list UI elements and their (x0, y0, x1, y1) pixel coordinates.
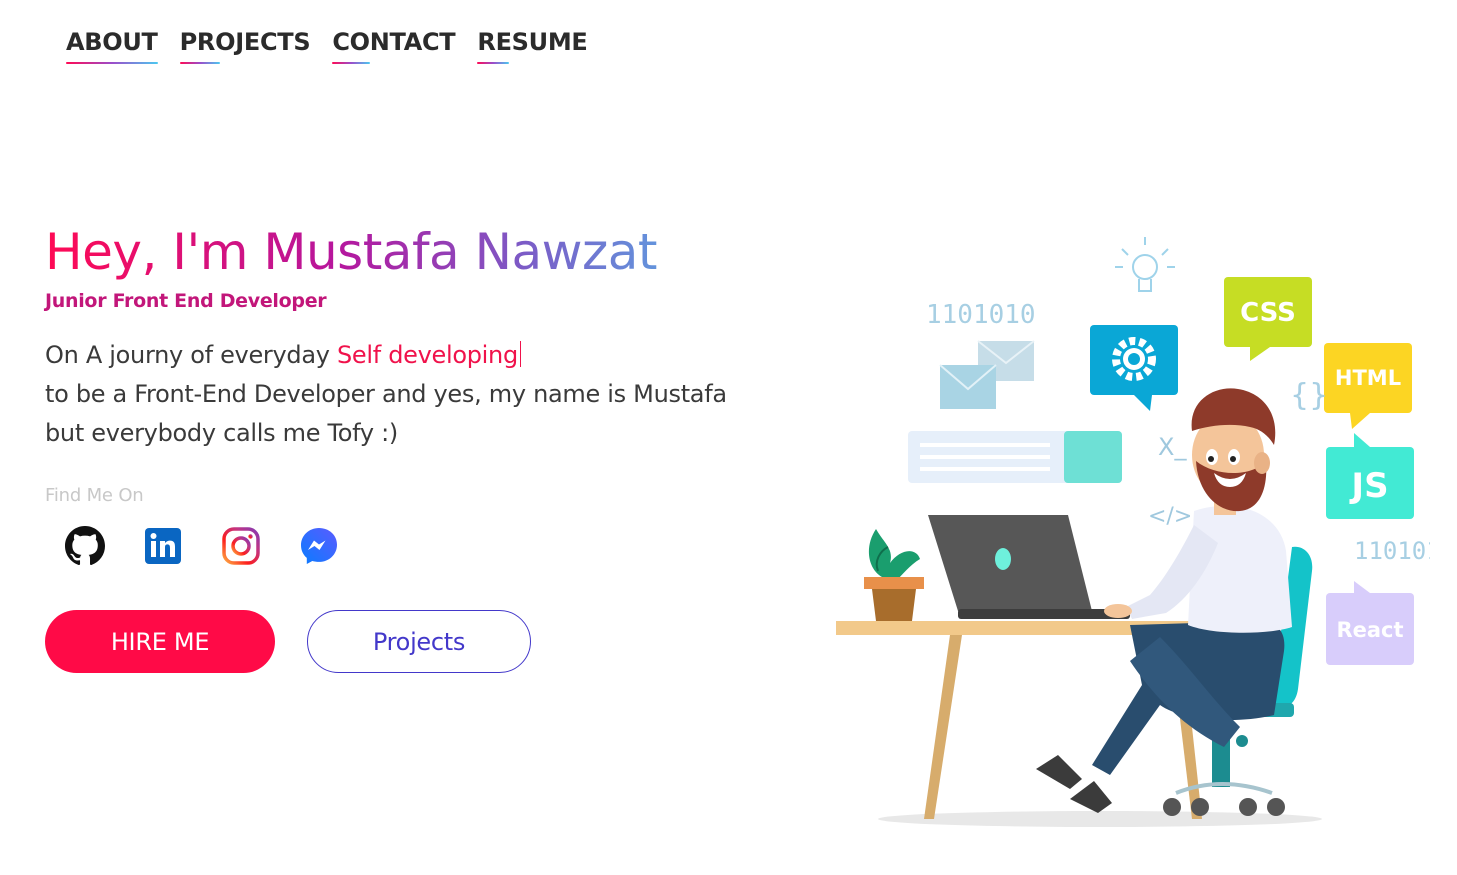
hero-subtitle: Junior Front End Developer (45, 290, 327, 312)
nav-underline (477, 62, 510, 64)
nav-resume[interactable]: RESUME (477, 28, 588, 64)
hire-me-button[interactable]: HIRE ME (45, 610, 275, 673)
desc-line-3: but everybody calls me Tofy :) (45, 419, 398, 447)
desc-prefix: On A journy of everyday (45, 341, 337, 369)
nav-underline (66, 62, 158, 64)
find-me-label: Find Me On (45, 485, 144, 506)
github-icon[interactable] (65, 526, 105, 566)
lightbulb-icon (1115, 237, 1175, 292)
nav-about[interactable]: ABOUT (66, 28, 158, 64)
nav-projects-label: PROJECTS (179, 28, 311, 56)
nav-about-label: ABOUT (66, 28, 158, 56)
nav-underline (332, 62, 371, 64)
hero-title: Hey, I'm Mustafa Nawzat (45, 222, 785, 282)
instagram-icon[interactable] (221, 526, 261, 566)
html-label: HTML (1335, 366, 1401, 390)
laptop (928, 515, 1130, 619)
projects-button[interactable]: Projects (307, 610, 531, 673)
desc-line-2: to be a Front-End Developer and yes, my … (45, 380, 727, 408)
variable-glyph: X_ (1158, 433, 1187, 461)
linkedin-icon[interactable] (143, 526, 183, 566)
nav-contact-label: CONTACT (332, 28, 456, 56)
binary-text-right: 1101010 (1354, 537, 1430, 565)
hero-description: On A journy of everyday Self developing … (45, 336, 785, 453)
top-nav: ABOUT PROJECTS CONTACT RESUME (66, 28, 588, 64)
css-label: CSS (1240, 298, 1296, 328)
typing-cursor (519, 341, 521, 367)
potted-plant (864, 529, 924, 621)
nav-contact[interactable]: CONTACT (332, 28, 456, 64)
browser-window-icon (908, 431, 1122, 483)
nav-resume-label: RESUME (477, 28, 588, 56)
js-label: JS (1349, 466, 1388, 506)
developer-illustration: 1101010 CSS HTML {} JS 11010 React X_ </… (836, 237, 1430, 827)
react-bubble: React (1326, 581, 1414, 665)
hero-section: Hey, I'm Mustafa Nawzat Junior Front End… (45, 222, 785, 673)
gear-icon (1090, 325, 1178, 411)
binary-text-top: 1101010 (926, 300, 1036, 330)
nav-projects[interactable]: PROJECTS (179, 28, 311, 64)
html-bubble: HTML (1324, 343, 1412, 429)
floor-shadow (878, 811, 1322, 827)
braces-icon: {} (1290, 378, 1328, 413)
react-label: React (1336, 618, 1403, 642)
code-tag-glyph: </> (1148, 504, 1192, 529)
cta-buttons: HIRE ME Projects (45, 610, 785, 673)
js-bubble: JS (1326, 433, 1414, 519)
typed-text: Self developing (336, 341, 518, 369)
messenger-icon[interactable] (299, 526, 339, 566)
social-links (45, 526, 785, 566)
css-bubble: CSS (1224, 277, 1312, 361)
envelope-icon (939, 340, 1035, 409)
nav-underline (179, 62, 220, 64)
